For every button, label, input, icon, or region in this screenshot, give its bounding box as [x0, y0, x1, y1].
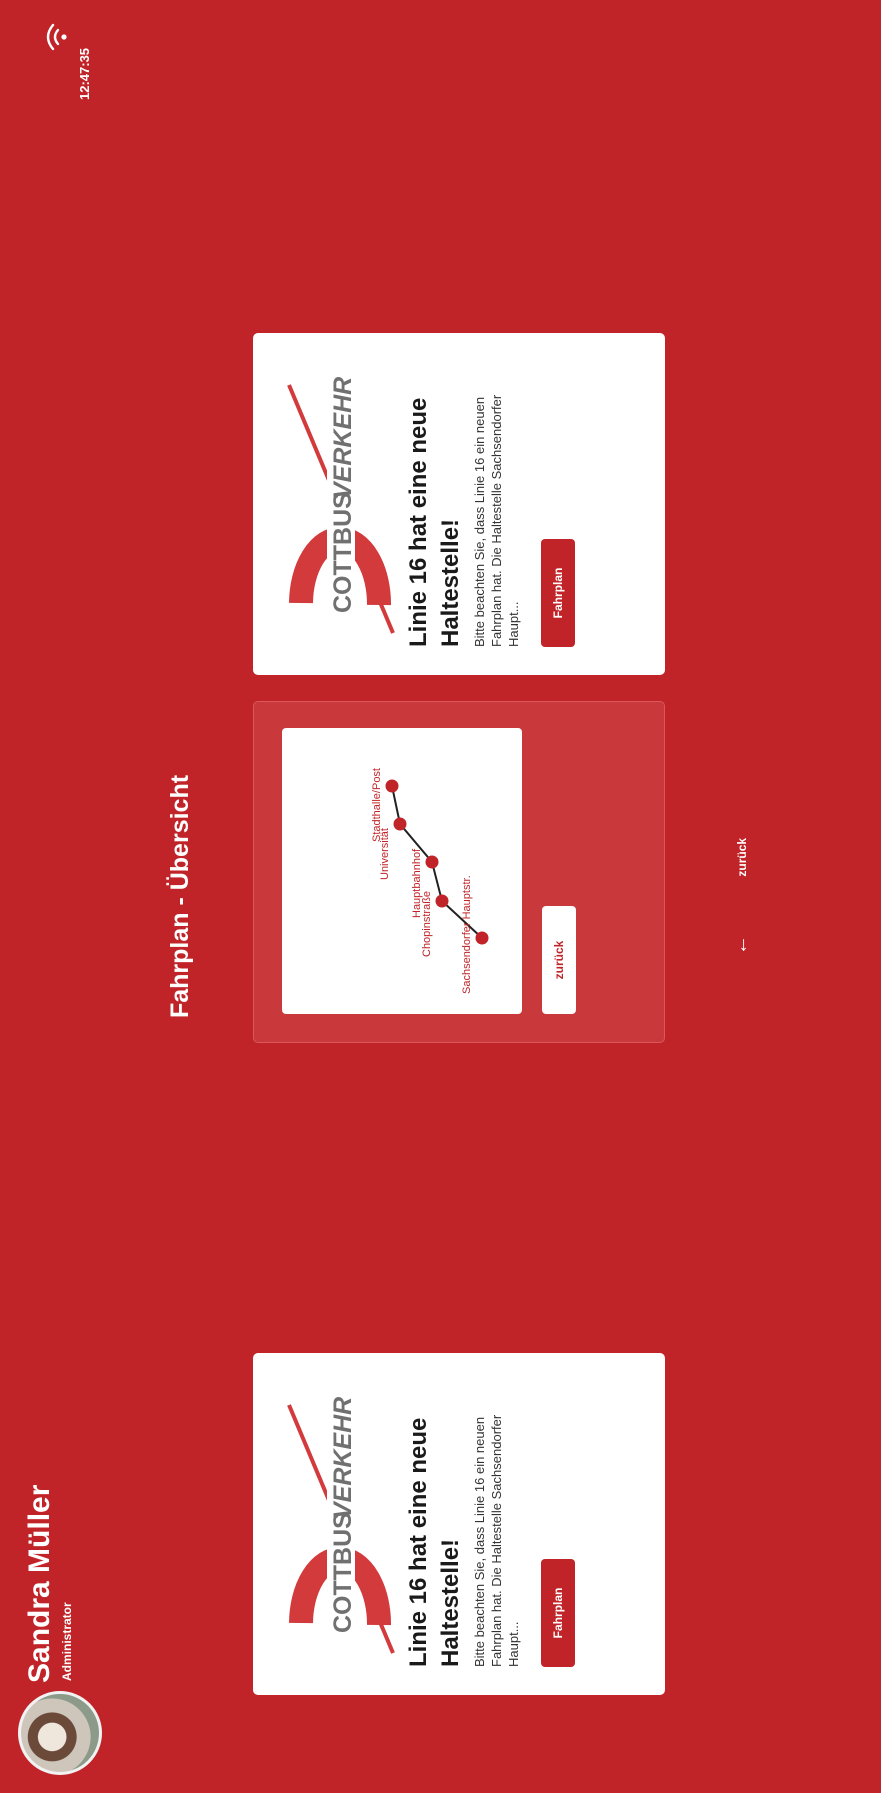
card-title: Linie 16 hat eine neue Haltestelle! — [405, 1417, 464, 1667]
avatar[interactable] — [18, 1691, 102, 1775]
logo-text-cottbus: COTTBUS — [329, 1512, 357, 1633]
screen: Sandra Müller Administrator 12:47:35 Fah… — [0, 0, 881, 1793]
news-card: COTTBUS VERKEHR Linie 16 hat eine neue H… — [253, 1353, 665, 1695]
logo-text-verkehr: VERKEHR — [329, 377, 357, 499]
card-text: Bitte beachten Sie, dass Linie 16 ein ne… — [472, 1414, 521, 1667]
news-card: COTTBUS VERKEHR Linie 16 hat eine neue H… — [253, 333, 665, 675]
route-stop-label: Stadthalle/Post — [371, 768, 383, 842]
card-title: Linie 16 hat eine neue Haltestelle! — [405, 397, 464, 647]
route-stop-dot[interactable] — [425, 855, 439, 869]
route-stop-label: Hauptbahnhof — [411, 848, 423, 918]
page-title: Fahrplan - Übersicht — [166, 774, 194, 1019]
fahrplan-button[interactable]: Fahrplan — [541, 1559, 575, 1667]
wifi-icon — [46, 23, 67, 51]
route-map: Sachsendorfer Hauptstr. Chopinstraße Haupt… — [282, 728, 522, 1014]
arrow-left-icon: ← — [730, 935, 752, 956]
user-role: Administrator — [60, 1602, 74, 1681]
back-navigation[interactable]: ← zurück — [730, 0, 754, 1793]
route-stop-dot[interactable] — [393, 817, 407, 831]
route-stop-dot[interactable] — [435, 894, 449, 908]
user-name: Sandra Müller — [23, 1484, 56, 1683]
route-card: Sachsendorfer Hauptstr. Chopinstraße Haupt… — [253, 701, 665, 1043]
logo-text-verkehr: VERKEHR — [329, 1397, 357, 1519]
fahrplan-button[interactable]: Fahrplan — [541, 539, 575, 647]
route-back-button[interactable]: zurück — [542, 906, 576, 1014]
back-label: zurück — [734, 837, 749, 877]
route-stop-dot[interactable] — [475, 931, 489, 945]
card-text: Bitte beachten Sie, dass Linie 16 ein ne… — [472, 394, 521, 647]
route-stop-dot[interactable] — [385, 779, 399, 793]
cottbusverkehr-logo: COTTBUS VERKEHR — [287, 377, 395, 634]
rotated-view: Sandra Müller Administrator 12:47:35 Fah… — [0, 0, 881, 1793]
route-stop-label: Sachsendorfer Hauptstr. — [461, 875, 473, 994]
route-diagram: Sachsendorfer Hauptstr.ChopinstraßeHaupt… — [371, 768, 489, 994]
logo-text-cottbus: COTTBUS — [329, 492, 357, 613]
clock: 12:47:35 — [77, 47, 92, 100]
cottbusverkehr-logo: COTTBUS VERKEHR — [287, 1397, 395, 1654]
